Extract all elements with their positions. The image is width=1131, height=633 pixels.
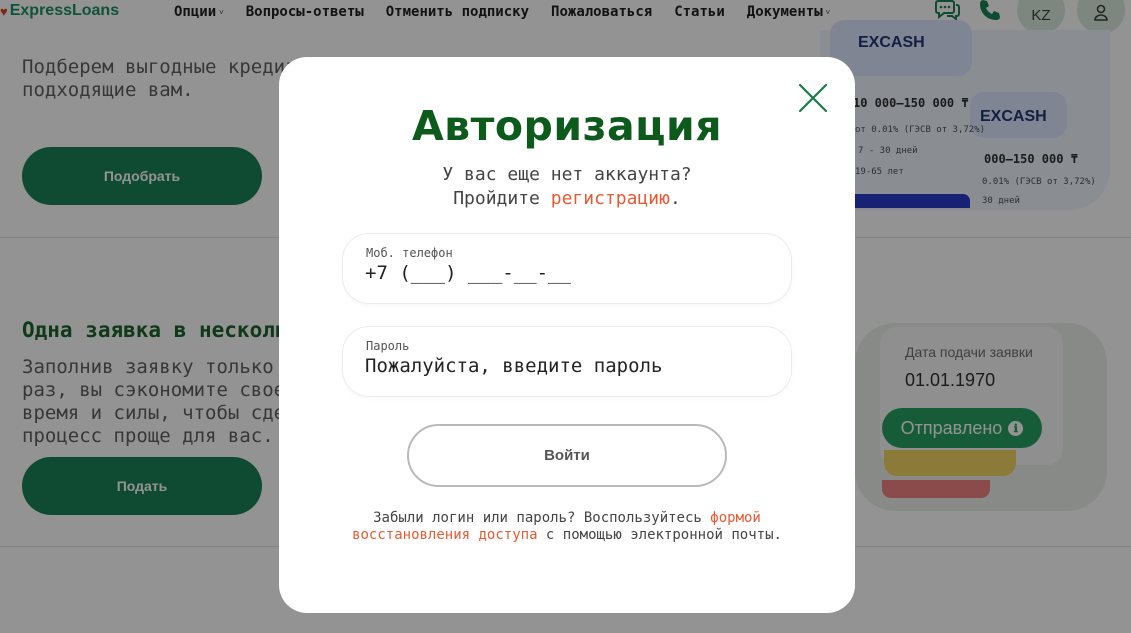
login-modal: Авторизация У вас еще нет аккаунта? Прой…	[279, 57, 855, 613]
recovery-suffix: с помощью электронной почты.	[537, 527, 782, 543]
password-label: Пароль	[366, 339, 410, 353]
recovery-text: Забыли логин или пароль? Воспользуйтесь …	[349, 510, 785, 544]
register-link[interactable]: регистрацию	[551, 188, 670, 209]
subtitle-prefix: Пройдите	[453, 188, 551, 209]
phone-label: Моб. телефон	[366, 246, 453, 260]
subtitle-line: Пройдите регистрацию.	[279, 187, 855, 211]
phone-input[interactable]	[365, 262, 775, 284]
login-button[interactable]: Войти	[407, 424, 727, 487]
password-input[interactable]	[365, 355, 775, 377]
modal-subtitle: У вас еще нет аккаунта? Пройдите регистр…	[279, 163, 855, 211]
subtitle-line: У вас еще нет аккаунта?	[442, 164, 692, 185]
password-field: Пароль	[343, 327, 791, 396]
phone-field: Моб. телефон	[343, 234, 791, 303]
recovery-prefix: Забыли логин или пароль? Воспользуйтесь	[373, 510, 711, 526]
modal-title: Авторизация	[411, 102, 723, 150]
subtitle-suffix: .	[669, 188, 681, 209]
